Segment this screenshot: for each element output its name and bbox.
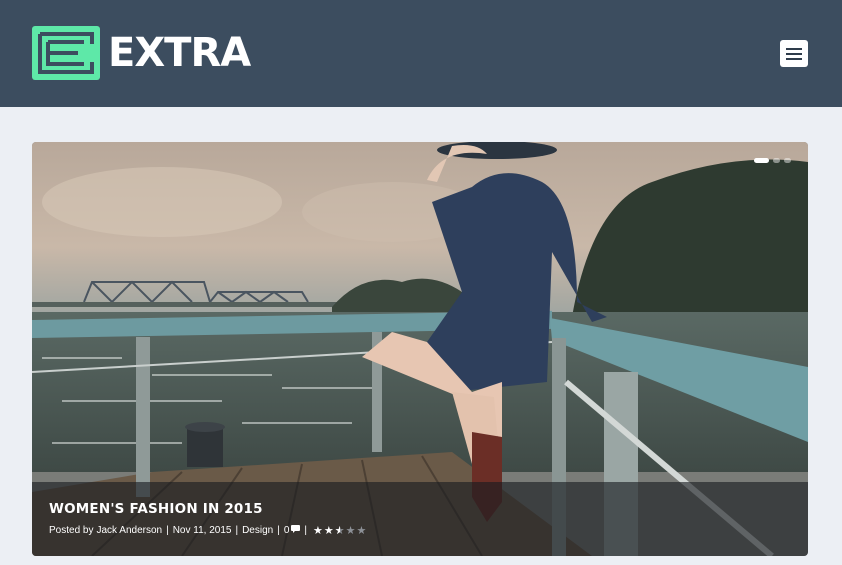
slider-dot-2[interactable] <box>773 158 780 163</box>
star-icon: ★ <box>356 524 367 537</box>
meta-separator: | <box>235 525 239 536</box>
posted-by-label: Posted by <box>49 525 94 536</box>
site-header: EXTRA <box>0 0 842 107</box>
post-rating: ★ ★ ★★ ★ ★ <box>312 524 367 537</box>
comment-count[interactable]: 0 <box>284 525 290 536</box>
site-logo[interactable]: EXTRA <box>32 26 251 80</box>
featured-post-slider[interactable]: WOMEN'S FASHION IN 2015 Posted by Jack A… <box>32 142 808 556</box>
meta-separator: | <box>304 525 307 536</box>
post-meta: Posted by Jack Anderson | Nov 11, 2015 |… <box>49 525 366 536</box>
half-star-icon: ★★ <box>334 524 345 537</box>
post-author-link[interactable]: Jack Anderson <box>96 525 162 536</box>
star-icon: ★ <box>345 524 356 537</box>
star-icon: ★ <box>323 524 334 537</box>
slider-dot-1[interactable] <box>754 158 769 163</box>
post-category-link[interactable]: Design <box>242 525 273 536</box>
post-title[interactable]: WOMEN'S FASHION IN 2015 <box>49 501 263 517</box>
meta-separator: | <box>277 525 280 536</box>
logo-wordmark: EXTRA <box>108 30 251 76</box>
meta-separator: | <box>166 525 169 536</box>
hamburger-menu-icon[interactable] <box>780 40 808 67</box>
extra-e-logo-icon <box>32 26 100 80</box>
post-date: Nov 11, 2015 <box>172 525 232 536</box>
star-icon: ★ <box>312 524 323 537</box>
slider-dot-3[interactable] <box>784 158 791 163</box>
slider-pagination <box>754 158 791 163</box>
comment-bubble-icon <box>291 525 301 536</box>
post-caption: WOMEN'S FASHION IN 2015 Posted by Jack A… <box>32 482 808 556</box>
